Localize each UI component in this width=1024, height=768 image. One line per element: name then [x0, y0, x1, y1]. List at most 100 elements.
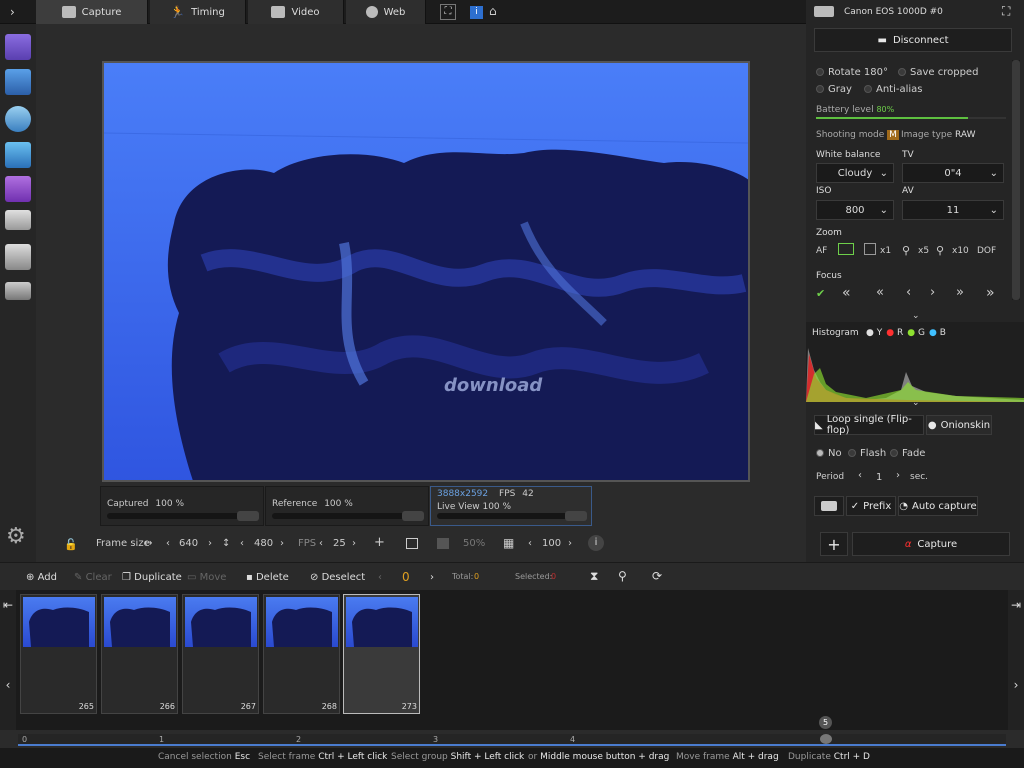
gear-icon[interactable]: ⚙: [6, 524, 26, 549]
frame-thumbnail[interactable]: 268: [263, 594, 340, 714]
move-button[interactable]: ▭ Move: [187, 572, 226, 583]
height-decrease[interactable]: ‹: [240, 538, 244, 549]
tab-timing[interactable]: 🏃 Timing: [150, 0, 246, 24]
layers-icon[interactable]: [5, 244, 31, 270]
opacity-icon[interactable]: [437, 538, 449, 549]
export-icon[interactable]: [5, 176, 31, 202]
last-frame-icon[interactable]: ⇥: [1008, 598, 1024, 612]
add-frame-button[interactable]: ⊕ Add: [26, 572, 57, 583]
mode-fade[interactable]: Fade: [890, 448, 925, 459]
frame-thumbnail-selected[interactable]: 273: [343, 594, 420, 714]
focus-ok-icon[interactable]: ✔: [816, 287, 825, 300]
add-camera-icon[interactable]: [5, 34, 31, 60]
zoom-x1-icon[interactable]: [864, 243, 876, 255]
focus-near-1-icon[interactable]: ›: [930, 285, 935, 300]
folder-icon[interactable]: [5, 210, 31, 230]
loop-mode-tab[interactable]: ◣ Loop single (Flip-flop): [814, 414, 924, 436]
mode-flash[interactable]: Flash: [848, 448, 886, 459]
refresh-icon[interactable]: ⟳: [652, 569, 662, 583]
liveview-opacity-slider[interactable]: [437, 511, 587, 521]
download-icon[interactable]: [5, 142, 31, 168]
live-view-image[interactable]: download: [102, 61, 750, 482]
zoom-increase[interactable]: ›: [568, 538, 572, 549]
tv-select[interactable]: 0"4 ⌄: [902, 163, 1004, 183]
focus-far-3-icon[interactable]: «: [842, 285, 851, 301]
fps-decrease[interactable]: ‹: [319, 538, 323, 549]
onionskin-tab[interactable]: ● Onionskin: [926, 415, 992, 435]
first-frame-icon[interactable]: ⇤: [0, 598, 16, 612]
liveview-layer[interactable]: 3888x2592 FPS 42 Live View 100 %: [430, 486, 592, 526]
timeline-playhead[interactable]: [820, 734, 832, 744]
frame-thumbnail[interactable]: 265: [20, 594, 97, 714]
tab-capture[interactable]: Capture: [36, 0, 148, 24]
lock-icon[interactable]: 🔓: [64, 538, 78, 551]
fullscreen-icon[interactable]: ⛶: [1002, 4, 1010, 19]
capture-button[interactable]: α Capture: [852, 532, 1010, 556]
zoom-decrease[interactable]: ‹: [528, 538, 532, 549]
focus-far-1-icon[interactable]: ‹: [906, 285, 911, 300]
crop-icon[interactable]: [406, 538, 418, 549]
mode-no[interactable]: No: [816, 448, 842, 459]
disconnect-button[interactable]: ▬ Disconnect: [814, 28, 1012, 52]
period-value[interactable]: 1: [876, 472, 882, 483]
width-increase[interactable]: ›: [208, 538, 212, 549]
duplicate-button[interactable]: ❐ Duplicate: [122, 572, 182, 583]
tab-web[interactable]: Web: [346, 0, 426, 24]
channel-g[interactable]: ● G: [907, 328, 925, 338]
clock-icon[interactable]: [5, 106, 31, 132]
tab-video[interactable]: Video: [248, 0, 344, 24]
add-capture-button[interactable]: +: [820, 532, 848, 556]
fps-increase[interactable]: ›: [352, 538, 356, 549]
grid-icon[interactable]: ▦: [503, 536, 514, 550]
zoom-frame-icon[interactable]: [838, 243, 854, 255]
camera-button[interactable]: [814, 496, 844, 516]
focus-far-2-icon[interactable]: «: [876, 285, 884, 300]
collapse-chevron-icon[interactable]: ⌄: [912, 311, 920, 321]
home-icon[interactable]: ⌂: [489, 4, 497, 18]
auto-capture-button[interactable]: ◔ Auto capture: [898, 496, 978, 516]
captured-opacity-slider[interactable]: [107, 511, 259, 521]
delete-button[interactable]: ▪ Delete: [246, 572, 289, 583]
period-decrease[interactable]: ‹: [858, 470, 862, 481]
prev-frame-button[interactable]: ‹: [378, 572, 382, 583]
focus-near-3-icon[interactable]: »: [986, 285, 995, 301]
fps-value[interactable]: 25: [333, 538, 346, 549]
period-increase[interactable]: ›: [896, 470, 900, 481]
stack-icon[interactable]: [5, 282, 31, 300]
rotate-option[interactable]: Rotate 180°: [816, 67, 888, 78]
height-increase[interactable]: ›: [280, 538, 284, 549]
anti-alias-option[interactable]: Anti-alias: [864, 84, 923, 95]
zoom-x5[interactable]: x5: [918, 246, 929, 256]
collapse-chevron-icon[interactable]: ⌄: [912, 398, 920, 408]
av-select[interactable]: 11 ⌄: [902, 200, 1004, 220]
reference-opacity-slider[interactable]: [272, 511, 424, 521]
clear-button[interactable]: ✎ Clear: [74, 572, 112, 583]
zoom-x10[interactable]: x10: [952, 246, 969, 256]
scroll-left-icon[interactable]: ‹: [0, 678, 16, 692]
focus-near-2-icon[interactable]: »: [956, 285, 964, 300]
scroll-right-icon[interactable]: ›: [1008, 678, 1024, 692]
frame-thumbnail[interactable]: 267: [182, 594, 259, 714]
save-cropped-option[interactable]: Save cropped: [898, 67, 978, 78]
captured-layer[interactable]: Captured 100 %: [100, 486, 264, 526]
info-icon[interactable]: i: [470, 6, 483, 19]
reference-layer[interactable]: Reference 100 %: [265, 486, 429, 526]
channel-y[interactable]: ● Y: [866, 328, 882, 338]
frame-thumbnail[interactable]: 266: [101, 594, 178, 714]
frame-height[interactable]: 480: [254, 538, 273, 549]
current-frame[interactable]: 0: [402, 570, 410, 584]
channel-b[interactable]: ● B: [929, 328, 946, 338]
timeline[interactable]: 0 1 2 3 4: [18, 734, 1006, 746]
af-button[interactable]: AF: [816, 246, 827, 256]
import-icon[interactable]: [5, 69, 31, 95]
next-frame-button[interactable]: ›: [430, 572, 434, 583]
crosshair-icon[interactable]: +: [374, 535, 385, 550]
gray-option[interactable]: Gray: [816, 84, 852, 95]
zoom-value[interactable]: 100: [542, 538, 561, 549]
deselect-button[interactable]: ⊘ Deselect: [310, 572, 365, 583]
width-decrease[interactable]: ‹: [166, 538, 170, 549]
flip-icon[interactable]: ⧗: [590, 569, 598, 584]
frame-width[interactable]: 640: [179, 538, 198, 549]
dof-button[interactable]: DOF: [977, 246, 996, 256]
channel-r[interactable]: ● R: [886, 328, 903, 338]
